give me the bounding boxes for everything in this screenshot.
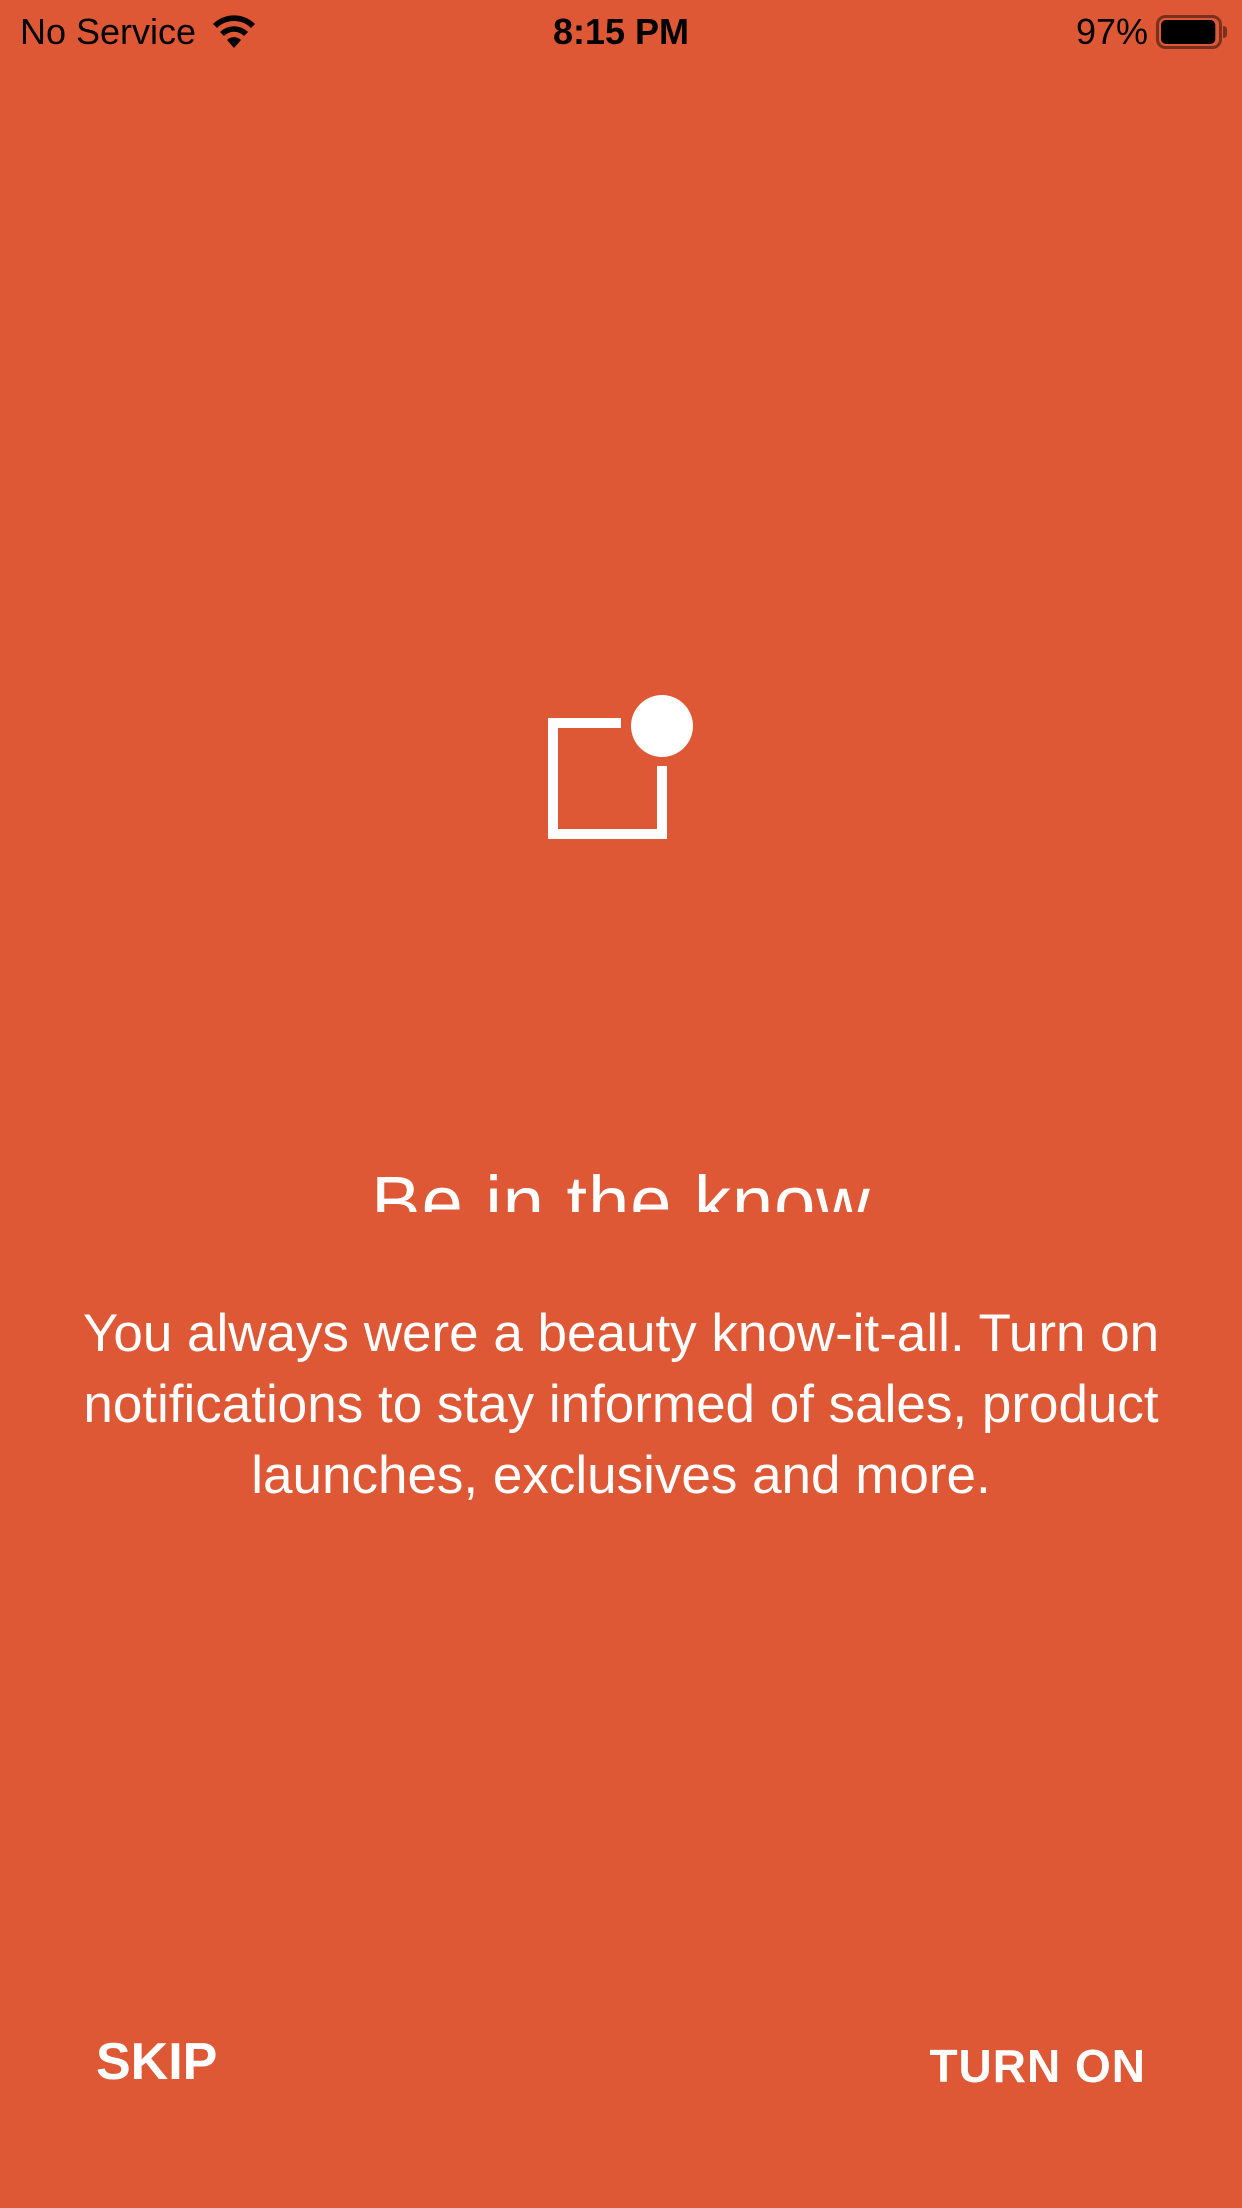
status-bar-right: 97% — [1076, 10, 1228, 54]
skip-button[interactable]: SKIP — [96, 2030, 217, 2094]
status-bar: No Service 8:15 PM 97% — [0, 0, 1242, 62]
battery-percent: 97% — [1075, 11, 1148, 52]
status-time: 8:15 PM — [552, 11, 690, 52]
turn-on-button[interactable]: TURN ON — [929, 2034, 1146, 2098]
title-container: Be in the know — [0, 1140, 1242, 1212]
notifications-onboarding-screen: No Service 8:15 PM 97% Be in the know Yo… — [0, 0, 1242, 2208]
battery-icon — [1156, 15, 1227, 49]
description-text: You always were a beauty know-it-all. Tu… — [82, 1304, 1160, 1505]
notification-badge-icon — [548, 695, 693, 839]
page-title: Be in the know — [371, 1161, 871, 1212]
